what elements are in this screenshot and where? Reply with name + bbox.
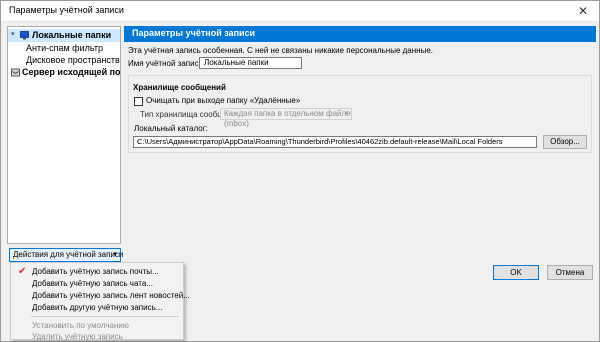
browse-button[interactable]: Обзор... xyxy=(543,135,587,149)
tree-item-smtp-server[interactable]: Сервер исходящей почты (SMTP) xyxy=(8,66,120,79)
tree-item-label: Локальные папки xyxy=(32,30,112,40)
tree-item-label: Дисковое пространство xyxy=(26,55,120,65)
menu-separator xyxy=(31,316,179,317)
menu-item-label: Добавить другую учётную запись... xyxy=(32,303,163,312)
title-bar: Параметры учётной записи ✕ xyxy=(1,1,599,21)
menu-item-label: Установить по умолчанию xyxy=(32,321,129,330)
ok-button[interactable]: OK xyxy=(493,265,539,280)
account-settings-window: Параметры учётной записи ✕ ▾ Локальные п… xyxy=(0,0,600,342)
message-storage-title: Хранилище сообщений xyxy=(133,83,226,92)
checkmark-icon: ✔ xyxy=(18,266,27,277)
chevron-down-icon: ▾ xyxy=(113,251,117,258)
account-actions-label: Действия для учётной записи xyxy=(13,250,124,259)
computer-icon xyxy=(20,31,29,40)
tree-item-local-folders[interactable]: ▾ Локальные папки xyxy=(8,29,120,42)
tree-item-label: Анти-спам фильтр xyxy=(26,43,103,53)
empty-trash-checkbox[interactable] xyxy=(134,97,143,106)
menu-item-label: Добавить учётную запись лент новостей... xyxy=(32,291,190,300)
storage-type-value: Каждая папка в отдельном файле (mbox) xyxy=(224,109,351,128)
close-icon[interactable]: ✕ xyxy=(571,3,595,19)
menu-item-label: Удалить учётную запись xyxy=(32,332,123,341)
server-icon xyxy=(11,68,20,77)
chevron-down-icon: ▾ xyxy=(344,110,348,117)
menu-item-add-other-account[interactable]: Добавить другую учётную запись... xyxy=(11,302,183,314)
menu-item-add-feed-account[interactable]: Добавить учётную запись лент новостей... xyxy=(11,290,190,302)
account-actions-button[interactable]: Действия для учётной записи ▾ xyxy=(9,248,124,262)
title-separator xyxy=(1,21,599,22)
account-tree: ▾ Локальные папки Анти-спам фильтр Диско… xyxy=(7,26,121,244)
message-storage-group: Хранилище сообщений Очищать при выходе п… xyxy=(128,75,592,153)
local-directory-input[interactable]: C:\Users\Администратор\AppData\Roaming\T… xyxy=(133,136,537,148)
account-name-label: Имя учётной записи: xyxy=(128,59,206,68)
account-actions-menu: ✔ Добавить учётную запись почты... Добав… xyxy=(10,262,190,342)
settings-panel: Параметры учётной записи Эта учётная зап… xyxy=(124,26,596,258)
panel-title: Параметры учётной записи xyxy=(132,28,256,38)
account-name-input[interactable]: Локальные папки xyxy=(199,57,302,69)
panel-header: Параметры учётной записи xyxy=(124,26,596,42)
menu-item-add-chat-account[interactable]: Добавить учётную запись чата... xyxy=(11,278,183,290)
local-directory-label: Локальный каталог: xyxy=(134,124,208,133)
empty-trash-label[interactable]: Очищать при выходе папку «Удалённые» xyxy=(146,96,300,105)
menu-item-remove-account: Удалить учётную запись xyxy=(11,331,183,342)
storage-type-select: Каждая папка в отдельном файле (mbox) ▾ xyxy=(220,108,352,128)
menu-item-add-mail-account[interactable]: ✔ Добавить учётную запись почты... xyxy=(11,266,183,278)
window-title: Параметры учётной записи xyxy=(9,5,124,15)
menu-item-label: Добавить учётную запись почты... xyxy=(32,267,159,276)
cancel-button[interactable]: Отмена xyxy=(547,265,593,280)
chevron-down-icon[interactable]: ▾ xyxy=(11,30,15,38)
menu-item-label: Добавить учётную запись чата... xyxy=(32,279,153,288)
tree-item-label: Сервер исходящей почты (SMTP) xyxy=(22,67,120,77)
account-description: Эта учётная запись особенная. С ней не с… xyxy=(128,46,433,55)
